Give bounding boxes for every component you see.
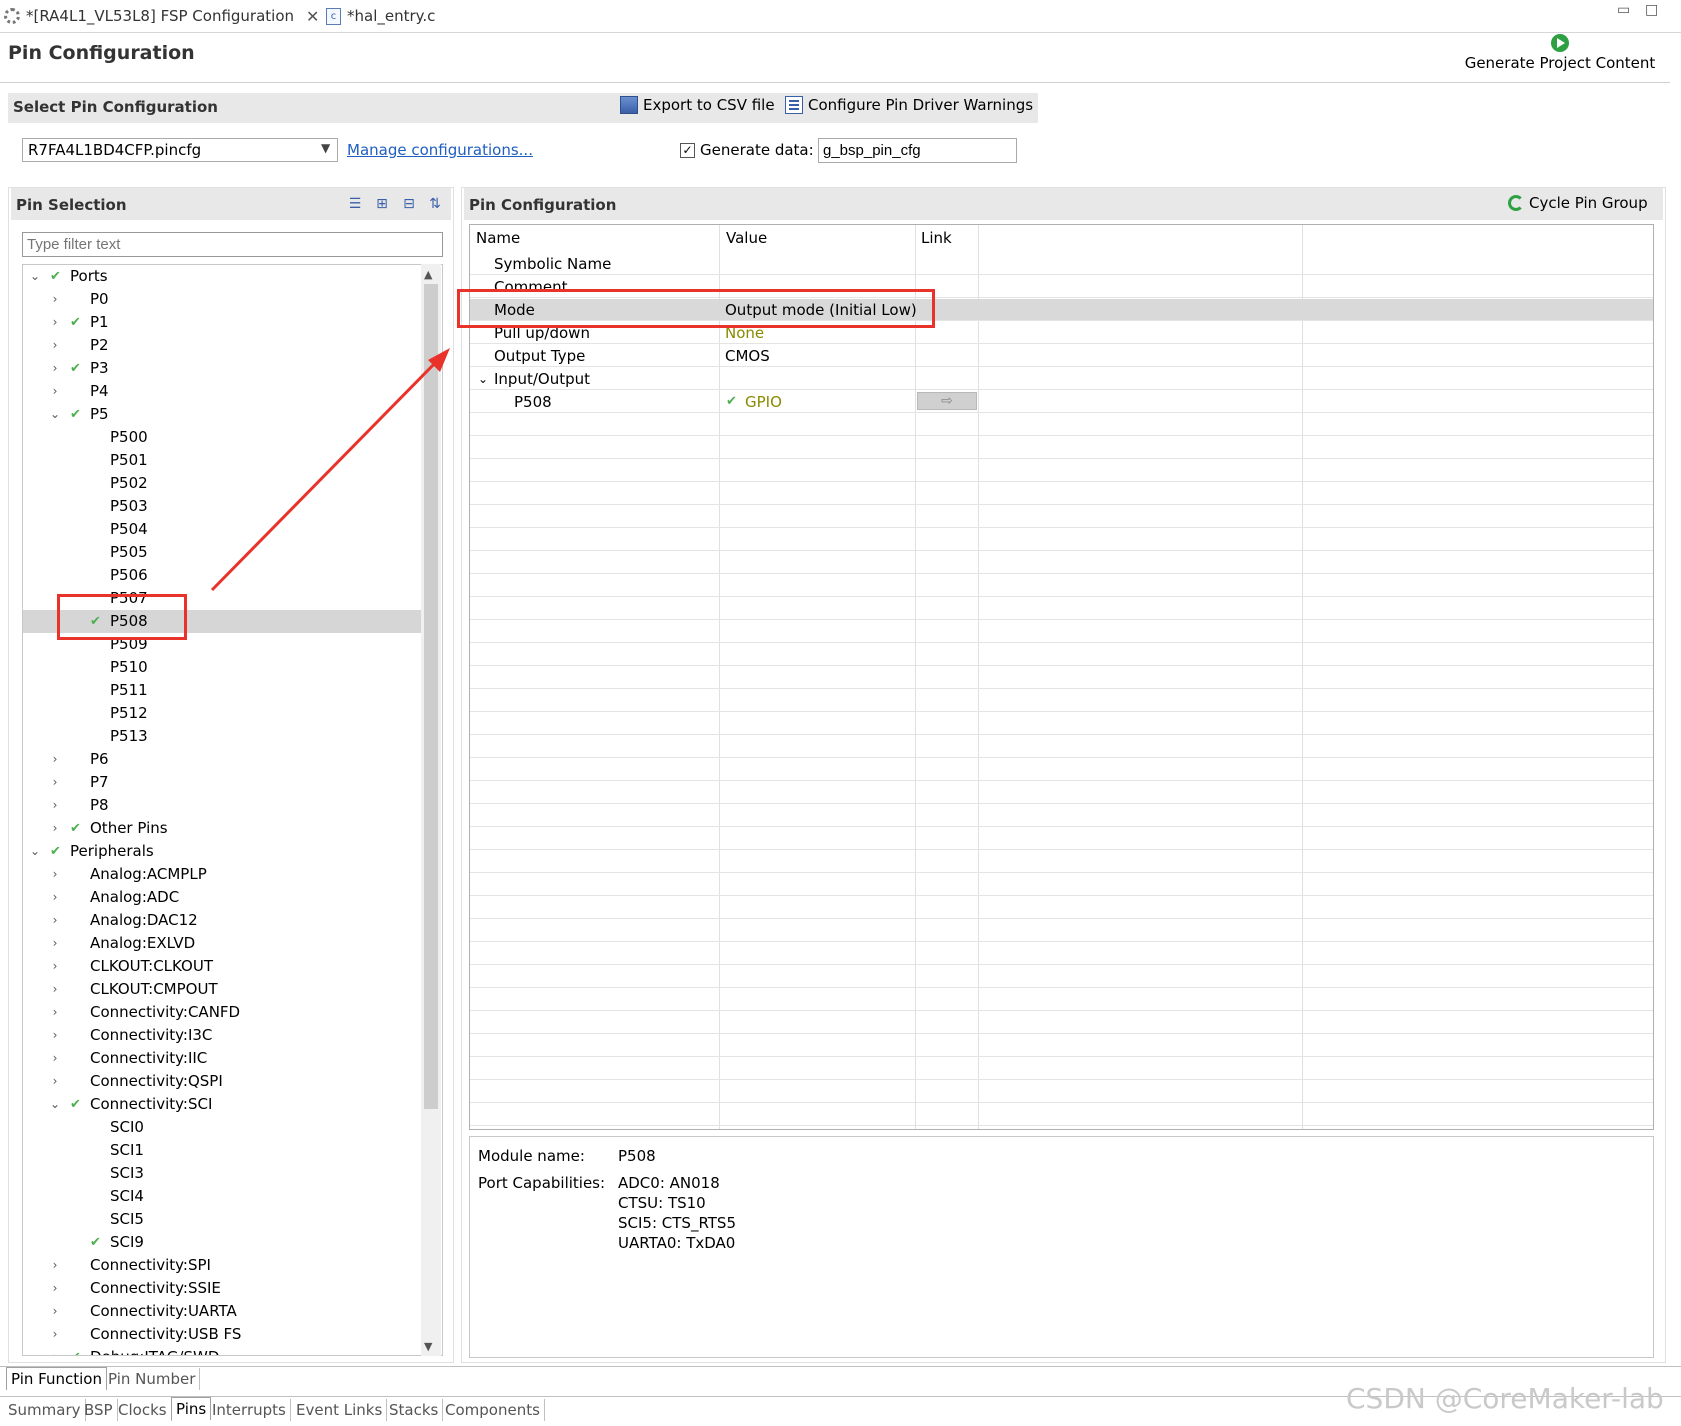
arrow-shaft — [210, 356, 442, 592]
annotation-arrow — [210, 348, 450, 592]
watermark: CSDN @CoreMaker-lab — [1346, 1382, 1664, 1415]
